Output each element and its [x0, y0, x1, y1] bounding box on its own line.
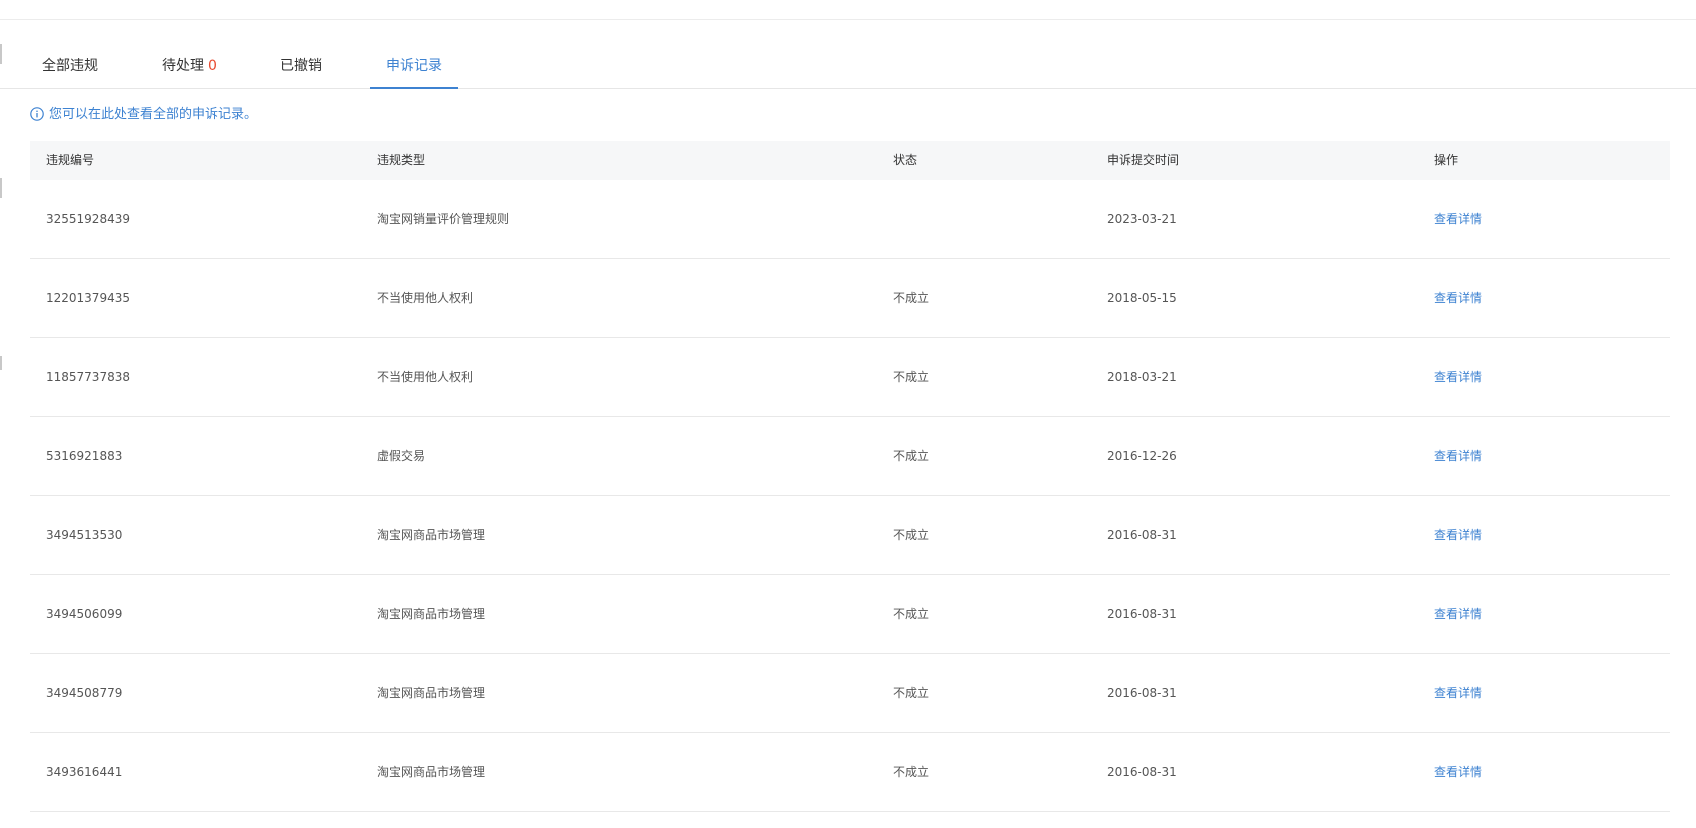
- tab-revoked[interactable]: 已撤销: [280, 44, 322, 88]
- cell-status: 不成立: [893, 528, 930, 542]
- table-row: 5316921883 虚假交易 不成立 2016-12-26 查看详情: [30, 417, 1670, 496]
- view-details-link[interactable]: 查看详情: [1434, 338, 1482, 416]
- view-details-link[interactable]: 查看详情: [1434, 575, 1482, 653]
- cell-submit-date: 2016-08-31: [1107, 765, 1177, 779]
- header-violation-id: 违规编号: [46, 153, 95, 167]
- header-violation-type: 违规类型: [377, 153, 426, 167]
- cell-submit-date: 2016-08-31: [1107, 607, 1177, 621]
- tab-label: 已撤销: [280, 58, 322, 74]
- cell-status: 不成立: [893, 607, 930, 621]
- tab-label: 全部违规: [42, 58, 98, 74]
- tab-label: 申诉记录: [386, 58, 442, 74]
- tab-all-violations[interactable]: 全部违规: [42, 44, 98, 88]
- cell-violation-type: 虚假交易: [377, 449, 426, 463]
- view-details-link[interactable]: 查看详情: [1434, 733, 1482, 811]
- tab-bar: 全部违规 待处理 0 已撤销 申诉记录: [0, 44, 1696, 89]
- table-row: 11857737838 不当使用他人权利 不成立 2018-03-21 查看详情: [30, 338, 1670, 417]
- view-details-link[interactable]: 查看详情: [1434, 259, 1482, 337]
- cell-violation-type: 淘宝网商品市场管理: [377, 686, 486, 700]
- cell-violation-type: 淘宝网商品市场管理: [377, 765, 486, 779]
- view-details-link[interactable]: 查看详情: [1434, 654, 1482, 732]
- cell-status: 不成立: [893, 765, 930, 779]
- cell-violation-id: 3494513530: [46, 528, 123, 542]
- view-details-link[interactable]: 查看详情: [1434, 180, 1482, 258]
- cell-submit-date: 2018-05-15: [1107, 291, 1177, 305]
- table-row: 12201379435 不当使用他人权利 不成立 2018-05-15 查看详情: [30, 259, 1670, 338]
- table-row: 3494508779 淘宝网商品市场管理 不成立 2016-08-31 查看详情: [30, 654, 1670, 733]
- notice-text: 您可以在此处查看全部的申诉记录。: [49, 107, 258, 122]
- table-row: 3493616441 淘宝网商品市场管理 不成立 2016-08-31 查看详情: [30, 733, 1670, 812]
- tab-pending[interactable]: 待处理 0: [162, 44, 217, 88]
- table-row: 3494513530 淘宝网商品市场管理 不成立 2016-08-31 查看详情: [30, 496, 1670, 575]
- cell-status: 不成立: [893, 291, 930, 305]
- view-details-link[interactable]: 查看详情: [1434, 417, 1482, 495]
- cell-violation-id: 12201379435: [46, 291, 130, 305]
- cell-violation-type: 不当使用他人权利: [377, 291, 474, 305]
- cell-violation-id: 11857737838: [46, 370, 130, 384]
- appeal-records-table: 违规编号 违规类型 状态 申诉提交时间 操作 32551928439 淘宝网销量…: [30, 141, 1670, 812]
- cell-violation-type: 淘宝网销量评价管理规则: [377, 212, 510, 226]
- cell-violation-type: 淘宝网商品市场管理: [377, 607, 486, 621]
- table-row: 32551928439 淘宝网销量评价管理规则 2023-03-21 查看详情: [30, 180, 1670, 259]
- scroll-edge-mark: [0, 356, 2, 370]
- cell-submit-date: 2016-08-31: [1107, 686, 1177, 700]
- cell-status: 不成立: [893, 370, 930, 384]
- cell-violation-id: 32551928439: [46, 212, 130, 226]
- cell-violation-type: 不当使用他人权利: [377, 370, 474, 384]
- cell-submit-date: 2016-12-26: [1107, 449, 1177, 463]
- info-notice: 您可以在此处查看全部的申诉记录。: [30, 105, 257, 125]
- top-divider: [0, 19, 1696, 20]
- table-header: 违规编号 违规类型 状态 申诉提交时间 操作: [30, 141, 1670, 180]
- cell-status: 不成立: [893, 449, 930, 463]
- info-icon: [30, 107, 44, 121]
- cell-violation-id: 3493616441: [46, 765, 123, 779]
- pending-count-badge: 0: [208, 58, 217, 74]
- cell-violation-id: 3494508779: [46, 686, 123, 700]
- header-action: 操作: [1434, 153, 1459, 167]
- cell-submit-date: 2023-03-21: [1107, 212, 1177, 226]
- cell-status: 不成立: [893, 686, 930, 700]
- header-submit-time: 申诉提交时间: [1107, 153, 1180, 167]
- cell-submit-date: 2018-03-21: [1107, 370, 1177, 384]
- tab-label: 待处理: [162, 58, 204, 74]
- scroll-edge-mark: [0, 178, 2, 198]
- cell-submit-date: 2016-08-31: [1107, 528, 1177, 542]
- table-row: 3494506099 淘宝网商品市场管理 不成立 2016-08-31 查看详情: [30, 575, 1670, 654]
- tab-appeal-records[interactable]: 申诉记录: [370, 44, 458, 89]
- header-status: 状态: [893, 153, 918, 167]
- view-details-link[interactable]: 查看详情: [1434, 496, 1482, 574]
- cell-violation-type: 淘宝网商品市场管理: [377, 528, 486, 542]
- cell-violation-id: 5316921883: [46, 449, 123, 463]
- cell-violation-id: 3494506099: [46, 607, 123, 621]
